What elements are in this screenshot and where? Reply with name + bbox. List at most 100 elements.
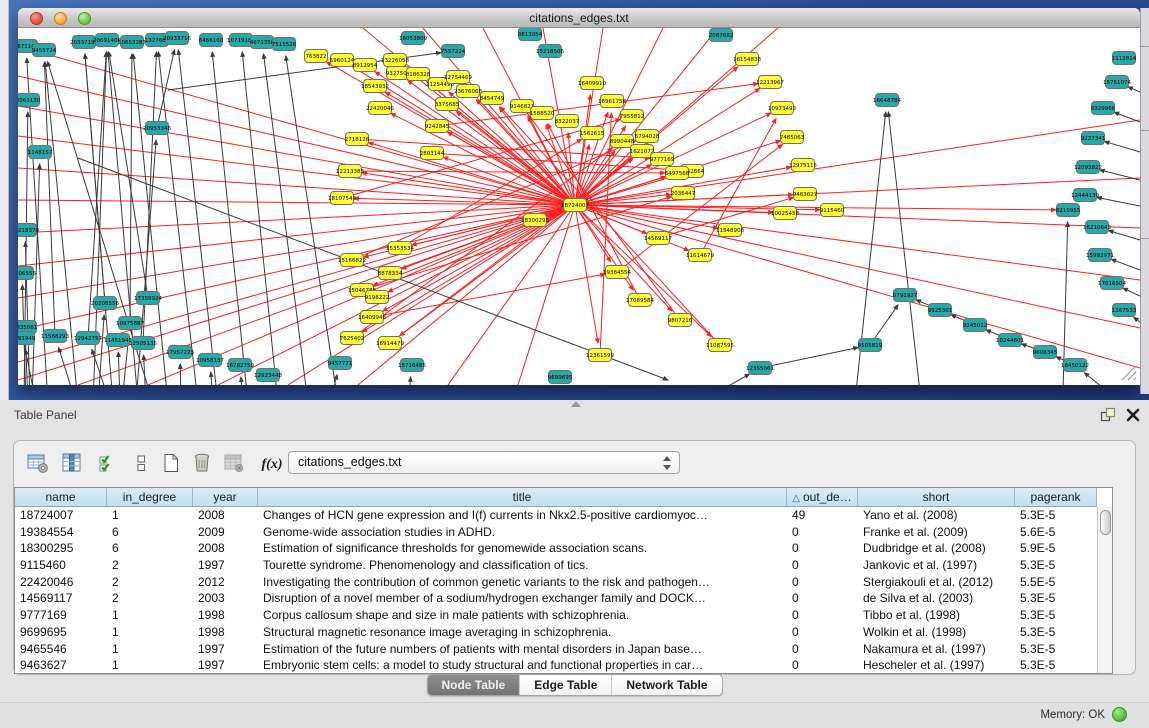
table-row[interactable]: 969969511998Structural magnetic resonanc… <box>15 624 1097 641</box>
graph-node[interactable]: 11568293 <box>41 330 69 343</box>
graph-edge[interactable] <box>180 364 181 385</box>
column-header-name[interactable]: name <box>15 488 107 507</box>
graph-node[interactable]: 8215955 <box>1056 204 1081 217</box>
graph-node[interactable]: 6466160 <box>199 34 224 47</box>
graph-node[interactable]: 17016504 <box>1098 277 1126 290</box>
graph-edge[interactable] <box>1084 373 1108 385</box>
graph-node[interactable]: 20691406 <box>93 34 121 47</box>
graph-node[interactable]: 18450122 <box>1061 359 1089 372</box>
graph-node[interactable]: 9455724 <box>32 44 57 57</box>
column-header-year[interactable]: year <box>193 488 258 507</box>
graph-node[interactable]: 15218370 <box>18 224 39 237</box>
network-canvas[interactable]: 1872400776382259601248912954132260589327… <box>18 28 1140 385</box>
graph-node[interactable]: 10025458 <box>771 207 799 220</box>
graph-node[interactable]: 4671358 <box>250 36 275 49</box>
graph-node[interactable]: 20933716 <box>163 32 191 45</box>
graph-node[interactable]: 5960124 <box>330 54 355 67</box>
graph-node[interactable]: 12505135 <box>129 337 157 350</box>
graph-node[interactable]: 7955812 <box>620 110 645 123</box>
graph-edge[interactable] <box>211 372 213 385</box>
graph-node[interactable]: 9198222 <box>365 291 390 304</box>
graph-node[interactable]: 16961758 <box>598 95 626 108</box>
graph-node[interactable]: 20953346 <box>143 122 171 135</box>
graph-edge[interactable] <box>158 52 198 385</box>
graph-node[interactable]: 1148157 <box>28 146 53 159</box>
graph-node[interactable]: 12213967 <box>756 76 784 89</box>
graph-node[interactable]: 16210643 <box>1083 221 1111 234</box>
tab-network-table[interactable]: Network Table <box>611 675 721 695</box>
graph-node[interactable]: 15992971 <box>1086 249 1114 262</box>
graph-node[interactable]: 2063130 <box>18 94 41 107</box>
graph-node[interactable]: 6794028 <box>635 130 660 143</box>
column-visibility-button[interactable] <box>60 452 84 476</box>
graph-node[interactable]: 9463627 <box>793 188 818 201</box>
table-scrollbar[interactable] <box>1097 507 1112 674</box>
graph-node[interactable]: 15353534 <box>386 242 414 255</box>
graph-node[interactable]: 9807216 <box>668 314 693 327</box>
canvas-resize-grip-icon[interactable] <box>1122 366 1136 380</box>
graph-edge[interactable] <box>1111 259 1140 270</box>
graph-node[interactable]: 11087595 <box>706 339 734 352</box>
tab-node-table[interactable]: Node Table <box>427 675 519 695</box>
table-mode-button[interactable] <box>26 452 50 476</box>
graph-node[interactable]: 2803144 <box>420 147 445 160</box>
graph-edge[interactable] <box>218 205 575 385</box>
table-row[interactable]: 911546021997Tourette syndrome. Phenomeno… <box>15 557 1097 574</box>
table-row[interactable]: 946554611997Estimation of the future num… <box>15 641 1097 658</box>
graph-node[interactable]: 14569117 <box>644 232 672 245</box>
graph-node[interactable]: 13226058 <box>381 54 409 67</box>
graph-node[interactable]: 22420046 <box>366 102 394 115</box>
graph-node[interactable]: 763822 <box>305 50 328 63</box>
graph-node[interactable]: 7515526 <box>272 38 297 51</box>
graph-node[interactable]: 12975115 <box>789 159 817 172</box>
graph-node[interactable]: 16648784 <box>873 94 901 107</box>
table-row[interactable]: 1830029562008Estimation of significance … <box>15 540 1097 557</box>
graph-edge[interactable] <box>575 178 1140 205</box>
graph-node[interactable]: 15218506 <box>536 45 564 58</box>
graph-node[interactable]: 12093822 <box>1074 161 1102 174</box>
graph-node[interactable]: 12923448 <box>254 369 282 382</box>
graph-node[interactable]: 15166822 <box>338 254 366 267</box>
close-panel-icon[interactable] <box>1124 406 1142 424</box>
graph-edge[interactable] <box>372 274 605 317</box>
graph-node[interactable]: 1588520 <box>530 107 555 120</box>
graph-node[interactable]: 19384554 <box>603 266 631 279</box>
graph-edge[interactable] <box>408 377 411 385</box>
graph-node[interactable]: 9115460 <box>820 204 845 217</box>
table-row[interactable]: 1872400712008Changes of HCN gene express… <box>15 507 1097 524</box>
graph-edge[interactable] <box>178 50 218 385</box>
graph-node[interactable]: 16409948 <box>358 311 386 324</box>
graph-node[interactable]: 9505819 <box>858 339 883 352</box>
graph-node[interactable]: 16914479 <box>376 337 404 350</box>
graph-edge[interactable] <box>575 205 1140 328</box>
graph-node[interactable]: 8813054 <box>518 28 543 41</box>
graph-node[interactable]: 12213383 <box>336 165 364 178</box>
graph-node[interactable]: 16782759 <box>226 359 254 372</box>
table-selector-dropdown[interactable]: citations_edges.txt <box>288 451 680 474</box>
column-header-in_degree[interactable]: in_degree <box>107 488 193 507</box>
table-row[interactable]: 2242004622012Investigating the contribut… <box>15 574 1097 591</box>
graph-node[interactable]: 10958137 <box>196 354 224 367</box>
graph-node[interactable]: 20206556 <box>91 297 119 310</box>
graph-edge[interactable] <box>575 28 663 205</box>
graph-node[interactable]: 1112814 <box>1112 52 1137 65</box>
graph-edge[interactable] <box>1108 230 1140 240</box>
graph-node[interactable]: 8878334 <box>378 267 403 280</box>
graph-edge[interactable] <box>98 315 104 385</box>
graph-edge[interactable] <box>1097 197 1140 206</box>
graph-node[interactable]: 9777169 <box>650 153 675 166</box>
graph-node[interactable]: 11451949 <box>104 334 132 347</box>
graph-node[interactable]: 12444139 <box>1071 189 1099 202</box>
table-row[interactable]: 1456911722003Disruption of a novel membe… <box>15 590 1097 607</box>
graph-node[interactable]: 18300295 <box>521 214 549 227</box>
graph-node[interactable]: 9391949 <box>18 332 36 345</box>
graph-node[interactable]: 11614679 <box>686 249 714 262</box>
graph-edge[interactable] <box>1105 141 1140 152</box>
graph-edge[interactable] <box>212 52 248 385</box>
float-panel-icon[interactable] <box>1099 406 1117 424</box>
column-header-out_degree[interactable]: △out_de… <box>787 488 858 507</box>
window-titlebar[interactable]: citations_edges.txt <box>18 8 1140 28</box>
graph-node[interactable]: 16409910 <box>578 77 606 90</box>
graph-node[interactable]: 9242845 <box>425 120 450 133</box>
graph-node[interactable]: 12361599 <box>586 349 614 362</box>
